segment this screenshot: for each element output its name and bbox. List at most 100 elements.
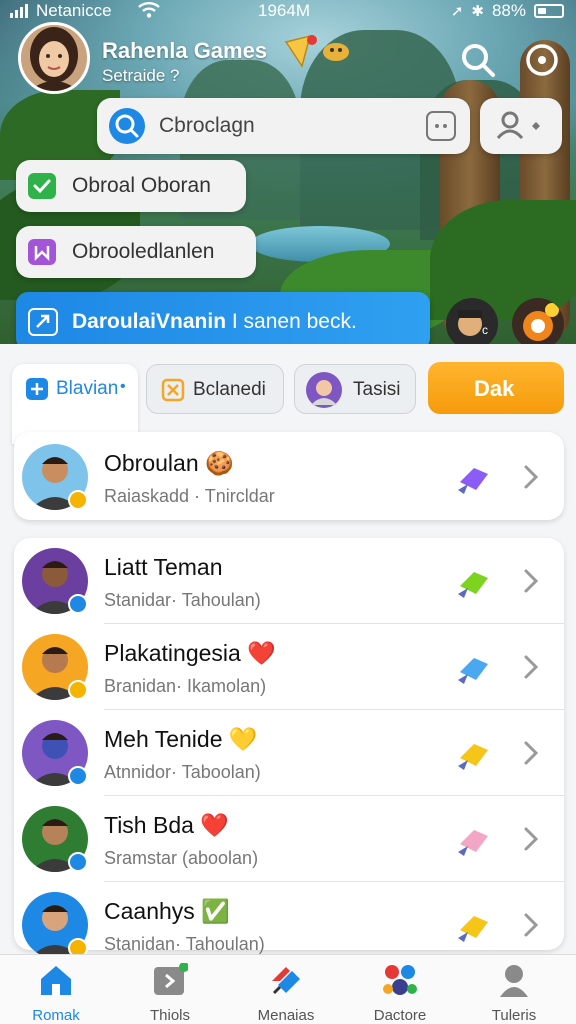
profile-avatar[interactable]	[18, 22, 90, 94]
chip-label: Obroal Oboran	[72, 174, 211, 197]
banner-text: I sanen beck.	[226, 310, 357, 333]
tab-blavian[interactable]: Blavian •	[16, 364, 134, 414]
chevron-right-icon[interactable]	[520, 566, 542, 596]
status-badge	[68, 766, 88, 786]
nav-label: Tuleris	[491, 1007, 537, 1024]
tab-label: Bclanedi	[193, 379, 266, 400]
nav-label: Menaias	[257, 1007, 315, 1024]
status-badge	[68, 852, 88, 872]
list-item[interactable]: Liatt Teman Stanidar· Tahoulan)	[14, 540, 564, 624]
name-emoji: 💛	[228, 726, 258, 752]
gem-icon	[458, 468, 488, 494]
contact-name: Plakatingesia	[104, 640, 241, 666]
home-icon	[41, 966, 71, 995]
plus-icon	[26, 378, 48, 400]
box-icon	[161, 378, 185, 402]
play-icon	[154, 963, 188, 995]
gem-icon	[458, 916, 488, 942]
nav-dactore[interactable]: Dactore	[350, 963, 450, 1024]
contact-status: Branidan· Ikamolan)	[104, 676, 267, 696]
search-bar[interactable]: Cbroclagn	[97, 98, 470, 154]
status-badge	[68, 680, 88, 700]
nav-menaias[interactable]: Menaias	[236, 963, 336, 1024]
nav-tuleris[interactable]: Tuleris	[464, 963, 564, 1024]
divider	[104, 623, 564, 624]
nav-thiols[interactable]: Thiols	[120, 963, 220, 1024]
bottom-nav: Romak Thiols Menaias Dactore Tuleris	[0, 954, 576, 1024]
status-badge	[68, 594, 88, 614]
name-emoji: ❤️	[247, 640, 276, 666]
name-emoji: ❤️	[200, 812, 229, 838]
status-badge	[68, 490, 88, 510]
chip-label: Obrooledlanlen	[72, 240, 215, 263]
check-icon	[28, 173, 56, 199]
tab-label: Blavian	[56, 378, 119, 399]
contact-status: Atnnidor· Taboolan)	[104, 762, 261, 782]
contact-status: Stanidar· Tahoulan)	[104, 590, 261, 610]
settings-icon[interactable]	[522, 40, 562, 80]
contact-name: Meh Tenide	[104, 726, 223, 752]
gem-icon	[458, 744, 488, 770]
nav-label: Thiols	[149, 1007, 190, 1024]
divider	[104, 795, 564, 796]
contact-status: Raiaskadd · Tnircldar	[104, 486, 275, 506]
gem-icon	[458, 572, 488, 598]
list-item[interactable]: Plakatingesia ❤️ Branidan· Ikamolan)	[14, 626, 564, 710]
nav-label: Dactore	[373, 1007, 427, 1024]
tab-label: Tasisi	[353, 379, 401, 400]
contact-status: Stanidan· Tahoulan)	[104, 934, 265, 954]
contact-name: Caanhys	[104, 898, 195, 924]
keyboard-icon[interactable]	[426, 111, 456, 141]
user-icon	[500, 965, 528, 997]
character-avatar-button[interactable]: c	[446, 298, 498, 350]
list-item[interactable]: Obroulan 🍪 Raiaskadd · Tnircldar	[14, 436, 564, 520]
search-icon[interactable]	[458, 40, 498, 80]
search-icon	[109, 108, 145, 144]
chip-obroal-oboran[interactable]: Obroal Oboran	[16, 160, 246, 212]
divider	[104, 709, 564, 710]
puzzle-icon	[383, 965, 417, 995]
page-subtitle: Setraide ?	[102, 66, 180, 85]
game-controller-button[interactable]	[512, 298, 564, 350]
battery-percent: 88%	[491, 1, 526, 20]
wifi-icon	[138, 1, 160, 24]
tab-tasisi[interactable]: Tasisi	[294, 364, 416, 414]
bluetooth-icon: ✱	[471, 3, 484, 20]
gem-icon	[458, 830, 488, 856]
signal-icon	[10, 4, 28, 18]
banner-bold-text: DaroulaiVnanin	[72, 310, 227, 333]
nav-home[interactable]: Romak	[6, 963, 106, 1024]
user-menu-button[interactable]	[480, 98, 562, 154]
battery-icon	[534, 4, 564, 18]
chevron-right-icon[interactable]	[520, 824, 542, 854]
list-item[interactable]: Meh Tenide 💛 Atnnidor· Taboolan)	[14, 712, 564, 796]
status-time: 1964M	[258, 1, 310, 20]
contact-name: Liatt Teman	[104, 554, 223, 580]
gem-icon	[458, 658, 488, 684]
welcome-banner[interactable]: DaroulaiVnanin I sanen beck.	[16, 292, 430, 350]
tab-label: Dak	[474, 376, 515, 401]
page-title: Rahenla Games	[102, 38, 268, 63]
chip-obrooledlanlen[interactable]: Obrooledlanlen	[16, 226, 256, 278]
divider	[104, 881, 564, 882]
svg-text:c: c	[482, 323, 488, 337]
carrier-name: Netanicce	[36, 1, 112, 20]
status-bar: Netanicce 1964M ➚ ✱ 88%	[0, 0, 576, 22]
list-item[interactable]: Tish Bda ❤️ Sramstar (aboolan)	[14, 798, 564, 882]
location-icon: ➚	[450, 3, 464, 20]
chevron-right-icon[interactable]	[520, 652, 542, 682]
name-emoji: 🍪	[205, 450, 234, 476]
share-icon	[272, 967, 300, 995]
contact-name: Tish Bda	[104, 812, 194, 838]
chevron-right-icon[interactable]	[520, 738, 542, 768]
contact-status: Sramstar (aboolan)	[104, 848, 259, 868]
nav-label: Romak	[32, 1007, 80, 1024]
avatar	[306, 372, 342, 408]
chevron-right-icon[interactable]	[520, 910, 542, 940]
contact-name: Obroulan	[104, 450, 199, 476]
chevron-right-icon[interactable]	[520, 462, 542, 492]
tab-dak[interactable]: Dak	[428, 362, 564, 414]
name-emoji: ✅	[201, 898, 230, 924]
external-link-icon	[28, 308, 58, 336]
tab-bclanedi[interactable]: Bclanedi	[146, 364, 284, 414]
